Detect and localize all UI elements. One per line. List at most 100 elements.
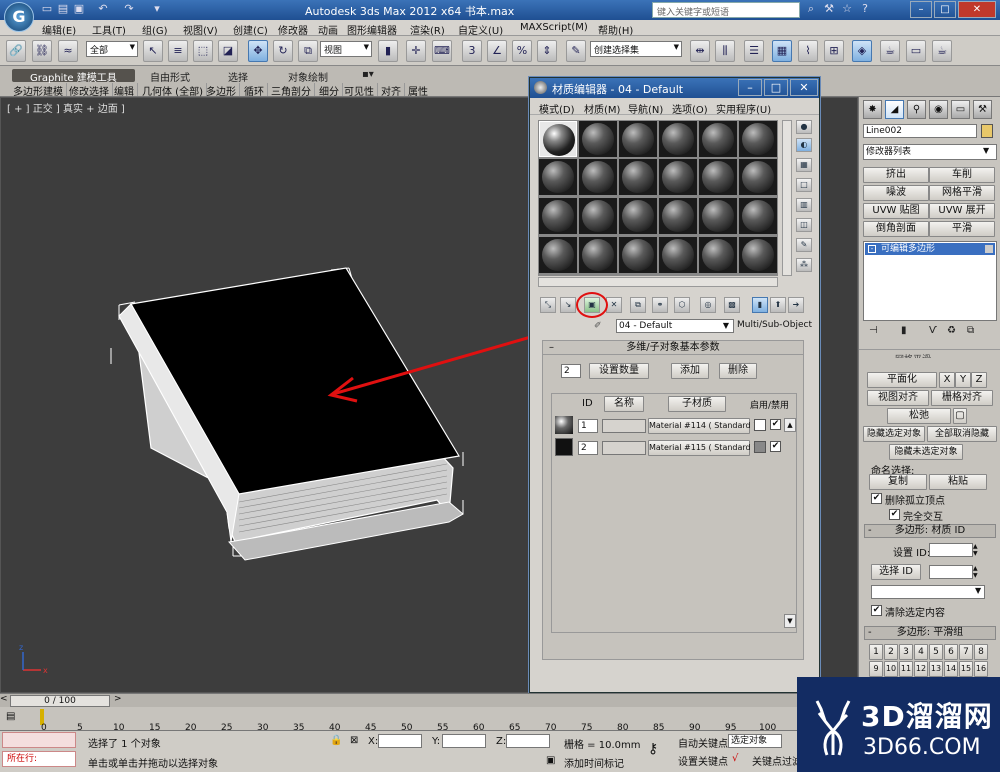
clear-selection-checkbox[interactable]: ✔ <box>871 605 882 616</box>
add-button[interactable]: 添加 <box>671 363 709 379</box>
modifier-noise-button[interactable]: 噪波 <box>863 185 929 201</box>
object-name-field[interactable]: Line002 <box>863 124 977 138</box>
smooth-group-button[interactable]: 2 <box>884 644 898 660</box>
mat-id-section-header[interactable]: - 多边形: 材质 ID <box>864 524 996 538</box>
pivot-center-icon[interactable]: ▮ <box>378 40 398 62</box>
go-forward-sibling-icon[interactable]: ➔ <box>788 297 804 313</box>
configure-sets-icon[interactable]: ⧉ <box>967 325 974 336</box>
help-icon[interactable]: ? <box>858 2 872 16</box>
sample-slot[interactable] <box>539 121 577 157</box>
smooth-group-button[interactable]: 16 <box>974 661 988 677</box>
auto-key-button[interactable]: 自动关键点 <box>678 735 728 750</box>
select-id-spinner-icon[interactable]: ▲ ▼ <box>973 565 981 579</box>
curve-editor-icon[interactable]: ⌇ <box>798 40 818 62</box>
planarize-x-button[interactable]: X <box>939 372 955 388</box>
menu-edit[interactable]: 编辑(E) <box>42 22 76 37</box>
menu-graph-editors[interactable]: 图形编辑器 <box>347 22 397 37</box>
options-icon[interactable]: ✎ <box>796 238 812 252</box>
hide-unselected-button[interactable]: 隐藏未选定对象 <box>889 444 963 460</box>
sample-slot[interactable] <box>659 237 697 273</box>
ribbon-edit[interactable]: 编辑 <box>111 83 138 98</box>
smooth-group-button[interactable]: 11 <box>899 661 913 677</box>
pin-stack-icon[interactable]: ⊣ <box>869 325 878 336</box>
relax-button[interactable]: 松弛 <box>887 408 951 424</box>
menu-create[interactable]: 创建(C) <box>233 22 268 37</box>
submat-color-swatch[interactable] <box>754 441 766 453</box>
sample-slot[interactable] <box>659 198 697 234</box>
key-filter-icon[interactable]: √ <box>732 753 738 764</box>
sample-slot[interactable] <box>699 198 737 234</box>
material-name-field[interactable]: 04 - Default <box>616 319 734 333</box>
relax-settings-button[interactable]: ▢ <box>953 408 967 424</box>
sample-slot[interactable] <box>619 159 657 195</box>
menu-tools[interactable]: 工具(T) <box>92 22 126 37</box>
sample-slot[interactable] <box>619 198 657 234</box>
smooth-group-button[interactable]: 1 <box>869 644 883 660</box>
modifier-extrude-button[interactable]: 挤出 <box>863 167 929 183</box>
keyboard-shortcut-icon[interactable]: ⌨ <box>432 40 452 62</box>
slots-scrollbar-v[interactable] <box>782 120 792 276</box>
app-logo-button[interactable]: G <box>4 2 34 32</box>
smooth-group-button[interactable]: 6 <box>944 644 958 660</box>
hide-selected-button[interactable]: 隐藏选定对象 <box>863 426 925 442</box>
spinner-snap-icon[interactable]: ⇕ <box>537 40 557 62</box>
maxscript-listener-mini[interactable] <box>2 732 76 748</box>
material-id-channel-icon[interactable]: ◎ <box>700 297 716 313</box>
rect-selection-icon[interactable]: ⬚ <box>193 40 213 62</box>
unhide-all-button[interactable]: 全部取消隐藏 <box>927 426 997 442</box>
submat-button[interactable]: Material #114 ( Standard ) <box>648 418 756 434</box>
menu-help[interactable]: 帮助(H) <box>598 22 633 37</box>
lock-selection-icon[interactable]: 🔒 <box>330 735 342 746</box>
stack-item-toggle-icon[interactable] <box>985 245 993 253</box>
material-name-dropdown[interactable] <box>871 585 985 599</box>
hierarchy-tab-icon[interactable]: ⚲ <box>907 100 926 119</box>
ribbon-properties[interactable]: 属性 <box>405 83 431 98</box>
snaps-toggle-icon[interactable]: 3 <box>462 40 482 62</box>
rendered-frame-icon[interactable]: ▭ <box>906 40 926 62</box>
modifier-bevel-profile-button[interactable]: 倒角剖面 <box>863 221 929 237</box>
material-name-dropdown-icon[interactable]: ▼ <box>720 320 732 332</box>
select-by-name-icon[interactable]: ≡ <box>168 40 188 62</box>
ribbon-tab-selection[interactable]: 选择 <box>228 69 248 84</box>
material-editor-window[interactable]: 材质编辑器 - 04 - Default – □ ✕ 模式(D) 材质(M) 导… <box>529 77 820 693</box>
menu-modifiers[interactable]: 修改器 <box>278 22 308 37</box>
uv-tiling-icon[interactable]: □ <box>796 178 812 192</box>
stack-item-editable-poly[interactable]: - 可编辑多边形 <box>865 243 995 255</box>
select-manipulate-icon[interactable]: ✛ <box>406 40 426 62</box>
sample-slot[interactable] <box>699 121 737 157</box>
minimize-button[interactable]: – <box>910 1 932 18</box>
col-submat-header[interactable]: 子材质 <box>668 396 726 412</box>
submat-name-field[interactable] <box>602 419 646 433</box>
me-menu-mode[interactable]: 模式(D) <box>539 101 575 116</box>
object-color-swatch[interactable] <box>981 124 993 138</box>
eyedropper-icon[interactable]: ✐ <box>594 321 608 331</box>
layer-manager-icon[interactable]: ☰ <box>744 40 764 62</box>
key-icon[interactable]: ⚷ <box>648 741 658 757</box>
sample-slot[interactable] <box>579 159 617 195</box>
window-crossing-icon[interactable]: ◪ <box>218 40 238 62</box>
smooth-group-button[interactable]: 15 <box>959 661 973 677</box>
menu-customize[interactable]: 自定义(U) <box>458 22 503 37</box>
make-preview-icon[interactable]: ◫ <box>796 218 812 232</box>
delete-isolated-checkbox[interactable]: ✔ <box>871 493 882 504</box>
set-id-spinner-icon[interactable]: ▲ ▼ <box>973 543 981 557</box>
planarize-z-button[interactable]: Z <box>971 372 987 388</box>
select-id-field[interactable] <box>929 565 973 579</box>
me-menu-utilities[interactable]: 实用程序(U) <box>716 101 771 116</box>
put-to-library-icon[interactable]: ⬡ <box>674 297 690 313</box>
ribbon-polygon-modeling[interactable]: 多边形建模 <box>10 83 67 98</box>
get-material-icon[interactable]: ⤡ <box>540 297 556 313</box>
sample-slot[interactable] <box>539 198 577 234</box>
me-close-button[interactable]: ✕ <box>790 79 818 96</box>
delete-button[interactable]: 删除 <box>719 363 757 379</box>
schematic-view-icon[interactable]: ⊞ <box>824 40 844 62</box>
ribbon-tab-graphite[interactable]: Graphite 建模工具 <box>12 69 135 84</box>
slider-right-arrow-icon[interactable]: > <box>114 694 122 704</box>
full-interactivity-checkbox[interactable]: ✔ <box>889 509 900 520</box>
sample-slot[interactable] <box>579 237 617 273</box>
sample-slot[interactable] <box>579 121 617 157</box>
select-object-icon[interactable]: ↖ <box>143 40 163 62</box>
align-icon[interactable]: ⫼ <box>715 40 735 62</box>
modifier-list-dropdown[interactable]: 修改器列表 <box>863 144 997 160</box>
planarize-y-button[interactable]: Y <box>955 372 971 388</box>
